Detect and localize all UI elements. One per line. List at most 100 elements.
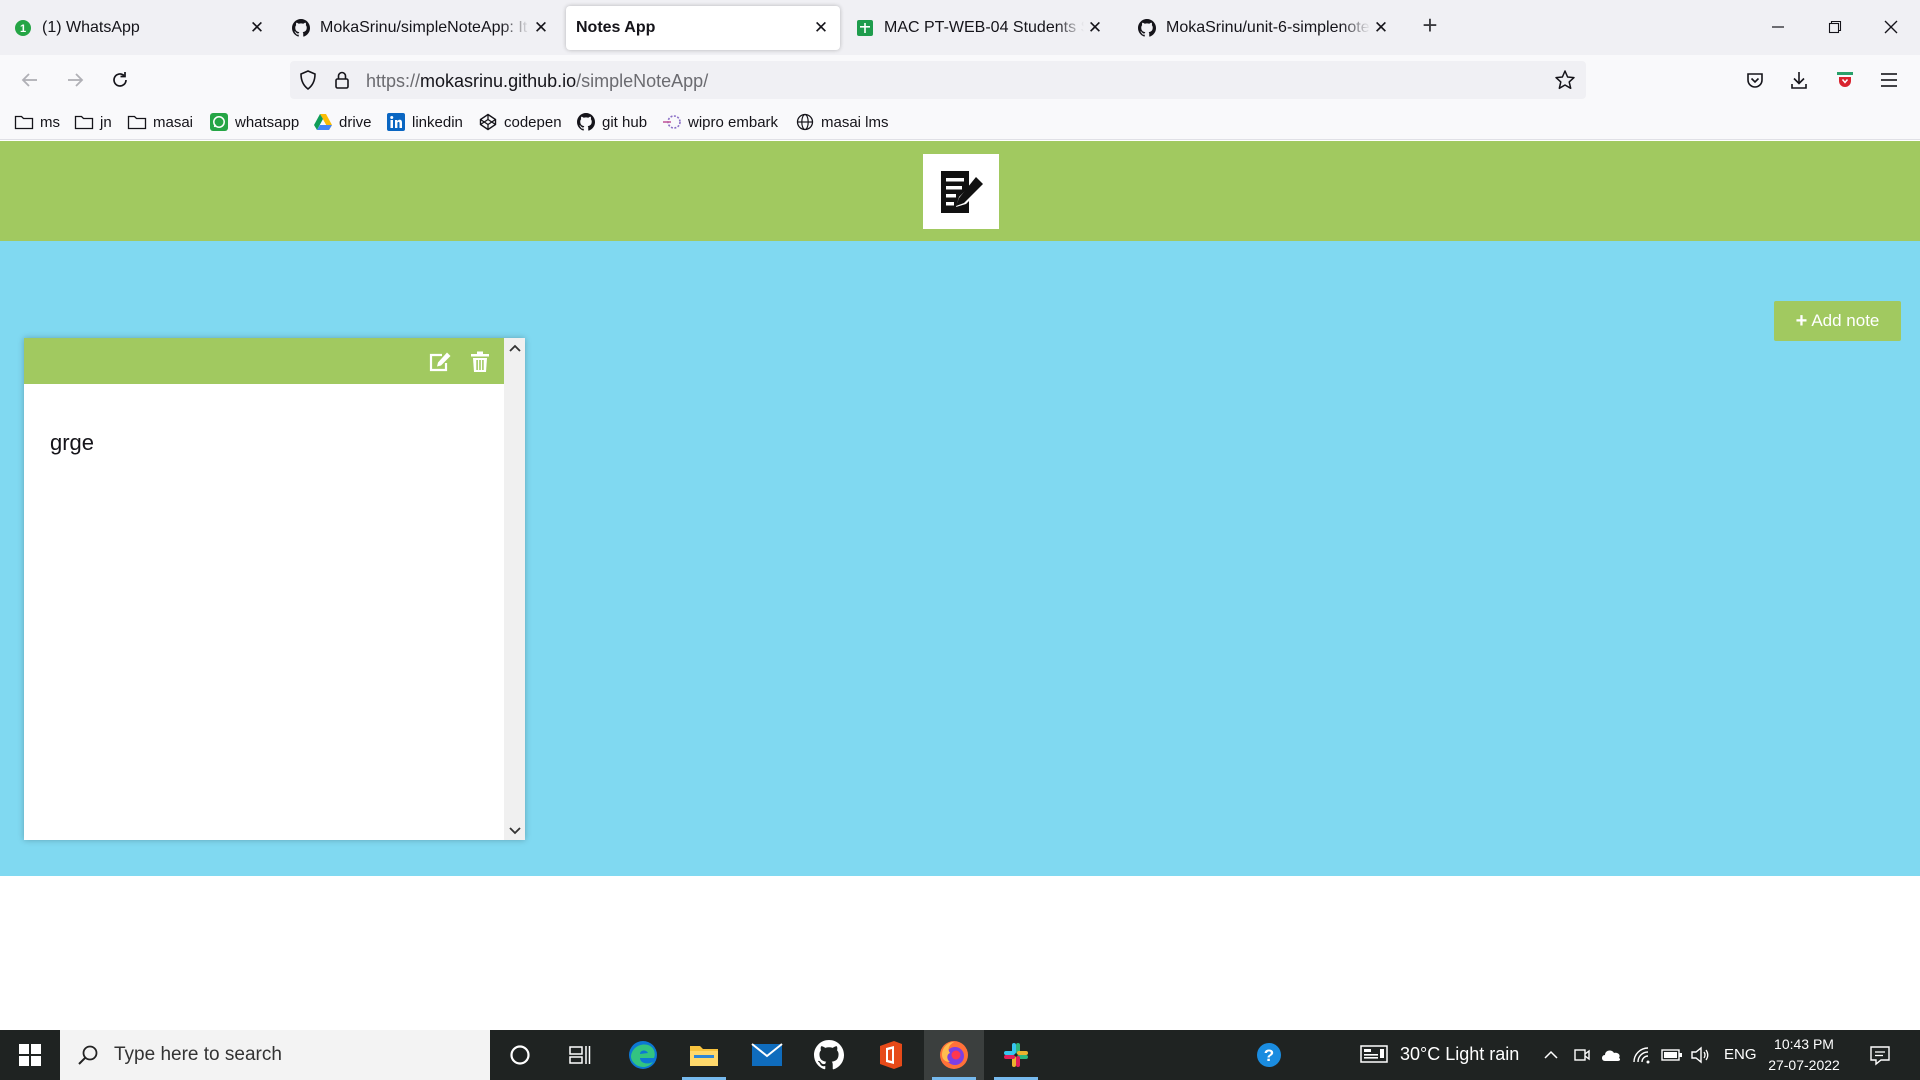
edit-icon[interactable]: [428, 351, 452, 373]
bookmark-codepen[interactable]: codepen: [478, 113, 562, 131]
tab-close-icon[interactable]: ✕: [1370, 17, 1392, 39]
task-view-button[interactable]: [550, 1030, 610, 1080]
app-menu-icon[interactable]: [1876, 67, 1902, 93]
bookmark-label: wipro embark: [688, 113, 779, 131]
tab-whatsapp[interactable]: 1 (1) WhatsApp ✕: [6, 6, 276, 50]
extension-icon[interactable]: [1832, 67, 1858, 93]
whatsapp-badge-icon: 1: [14, 19, 32, 37]
taskbar-github-desktop[interactable]: [799, 1030, 859, 1080]
close-window-button[interactable]: [1876, 12, 1906, 42]
note-scrollbar[interactable]: [504, 338, 525, 840]
lock-icon[interactable]: [332, 70, 352, 90]
onedrive-icon[interactable]: [1600, 1044, 1622, 1066]
show-hidden-icons-icon[interactable]: [1540, 1044, 1562, 1066]
bookmark-jn[interactable]: jn: [74, 113, 112, 131]
mail-icon: [751, 1043, 783, 1066]
tab-close-icon[interactable]: ✕: [246, 17, 268, 39]
taskbar-search-box[interactable]: Type here to search: [60, 1030, 490, 1080]
weather-text[interactable]: 30°C Light rain: [1400, 1044, 1519, 1065]
taskbar-firefox[interactable]: [924, 1030, 984, 1080]
battery-icon[interactable]: [1661, 1044, 1683, 1066]
bookmark-whatsapp[interactable]: whatsapp: [209, 113, 299, 131]
weather-icon[interactable]: [1360, 1043, 1388, 1065]
task-view-icon: [569, 1046, 591, 1064]
plus-icon: +: [1795, 310, 1808, 332]
taskbar-file-explorer[interactable]: [674, 1030, 734, 1080]
bookmark-masai-lms[interactable]: masai lms: [795, 113, 889, 131]
add-note-label: Add note: [1811, 311, 1880, 330]
new-tab-button[interactable]: +: [1418, 12, 1442, 38]
google-drive-icon: [313, 113, 333, 131]
tab-label: MokaSrinu/simpleNoteApp: It is: [320, 19, 530, 36]
reload-button[interactable]: [105, 65, 135, 95]
office-icon: [880, 1041, 902, 1069]
tab-label: MAC PT-WEB-04 Students Sheet: [884, 19, 1084, 36]
browser-tab-bar: 1 (1) WhatsApp ✕ MokaSrinu/simpleNoteApp…: [0, 0, 1920, 55]
volume-icon[interactable]: [1689, 1044, 1711, 1066]
bookmark-github[interactable]: git hub: [576, 113, 647, 131]
bookmark-label: jn: [100, 113, 112, 131]
taskbar-edge[interactable]: [613, 1030, 673, 1080]
app-header: [0, 141, 1920, 241]
bookmark-ms[interactable]: ms: [14, 113, 60, 131]
bookmark-label: ms: [40, 113, 60, 131]
tab-label: (1) WhatsApp: [42, 19, 140, 36]
forward-button[interactable]: [60, 65, 90, 95]
bookmark-label: linkedin: [412, 113, 463, 131]
tab-close-icon[interactable]: ✕: [810, 17, 832, 39]
tab-github-unit6[interactable]: MokaSrinu/unit-6-simplenotesm ✕: [1130, 6, 1400, 50]
restore-button[interactable]: [1820, 12, 1850, 42]
cortana-icon: [510, 1045, 530, 1065]
taskbar-mail[interactable]: [737, 1030, 797, 1080]
search-placeholder: Type here to search: [114, 1044, 282, 1065]
bookmark-linkedin[interactable]: linkedin: [386, 113, 463, 131]
note-edit-logo-icon: [941, 170, 983, 213]
tab-students-sheet[interactable]: MAC PT-WEB-04 Students Sheet ✕: [848, 6, 1114, 50]
globe-icon: [795, 113, 815, 131]
bookmark-star-icon[interactable]: [1554, 69, 1576, 91]
bookmark-wipro-embark[interactable]: wipro embark: [662, 113, 778, 131]
folder-icon: [690, 1046, 718, 1066]
app-logo: [923, 154, 999, 229]
page-content: + Add note grge: [0, 141, 1920, 1030]
note-text[interactable]: grge: [50, 430, 94, 456]
taskbar-slack[interactable]: [986, 1030, 1046, 1080]
note-toolbar: [24, 338, 504, 384]
help-icon[interactable]: ?: [1255, 1041, 1283, 1069]
tracking-shield-icon[interactable]: [298, 70, 318, 90]
wifi-icon[interactable]: [1631, 1044, 1653, 1066]
bookmark-masai[interactable]: masai: [127, 113, 193, 131]
back-button[interactable]: [15, 65, 45, 95]
windows-taskbar: Type here to search ? 30°C Light rain EN…: [0, 1030, 1920, 1080]
url-text[interactable]: https://mokasrinu.github.io/simpleNoteAp…: [366, 71, 708, 92]
cortana-button[interactable]: [490, 1030, 550, 1080]
github-icon: [1138, 19, 1156, 37]
minimize-button[interactable]: [1763, 12, 1793, 42]
tab-close-icon[interactable]: ✕: [1084, 17, 1106, 39]
notes-area: + Add note grge: [0, 241, 1920, 876]
trash-icon[interactable]: [468, 351, 492, 373]
wipro-icon: [662, 113, 682, 131]
downloads-icon[interactable]: [1786, 67, 1812, 93]
edge-icon: [629, 1041, 657, 1069]
tab-github-simplenoteapp[interactable]: MokaSrinu/simpleNoteApp: It is ✕: [284, 6, 560, 50]
start-button[interactable]: [0, 1030, 60, 1080]
tab-close-icon[interactable]: ✕: [530, 17, 552, 39]
github-icon: [814, 1040, 844, 1070]
svg-text:?: ?: [1264, 1046, 1274, 1065]
add-note-button[interactable]: + Add note: [1774, 301, 1901, 341]
meet-now-icon[interactable]: [1571, 1044, 1593, 1066]
taskbar-office[interactable]: [861, 1030, 921, 1080]
scroll-up-icon[interactable]: [507, 340, 522, 355]
bookmark-drive[interactable]: drive: [313, 113, 372, 131]
scroll-down-icon[interactable]: [507, 823, 522, 838]
taskbar-clock[interactable]: 10:43 PM 27-07-2022: [1752, 1034, 1856, 1076]
windows-logo-icon: [19, 1044, 41, 1066]
notifications-icon[interactable]: [1868, 1043, 1892, 1067]
url-bar[interactable]: https://mokasrinu.github.io/simpleNoteAp…: [290, 61, 1586, 99]
bookmark-label: masai lms: [821, 113, 889, 131]
tab-notes-app[interactable]: Notes App ✕: [566, 6, 840, 50]
whatsapp-icon: [209, 113, 229, 131]
bookmark-label: drive: [339, 113, 372, 131]
pocket-icon[interactable]: [1742, 67, 1768, 93]
